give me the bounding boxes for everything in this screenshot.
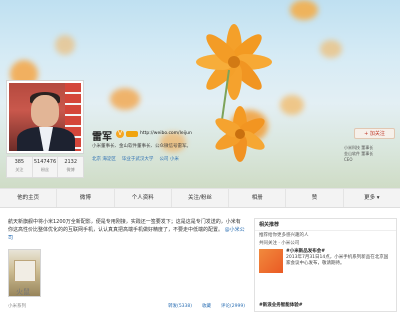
stat-label: 关注 [15, 167, 24, 172]
post-source[interactable]: 小米系列 [8, 303, 26, 309]
tab-weibo[interactable]: 微博 [57, 189, 115, 207]
company-link[interactable]: 公司 小米 [159, 156, 178, 162]
profile-intro: 小米董事长、金山软件董事长、公众微信号雷军。 [92, 144, 191, 149]
right-info: 小米科技 董事长 金山软件 董事长 CEO [344, 145, 398, 163]
stat-label: 微博 [66, 167, 75, 172]
post-text: 航天新旗舰中将小米1200万全新配影，便是专用刚接，实践还一签要发下；这是这是专… [8, 218, 245, 242]
avatar[interactable] [6, 80, 84, 154]
avatar-photo [9, 83, 81, 151]
profile-meta: 北京 海淀区 毕业于武汉大学 公司 小米 [92, 156, 179, 162]
sidebar-title: 相关推荐 [255, 219, 396, 231]
profile-name: 雷军 [92, 132, 112, 143]
tab-likes[interactable]: 赞 [286, 189, 344, 207]
stat-value: 385 [14, 159, 25, 165]
stat-followers[interactable]: 5147476 粉丝 [33, 157, 59, 177]
stat-value: 2132 [64, 159, 78, 165]
favorite-button[interactable]: 收藏 [202, 303, 211, 309]
sidebar-line[interactable]: 共同关注 · 小米公司 [255, 239, 396, 247]
tab-profile[interactable]: 个人资料 [115, 189, 172, 207]
follow-button[interactable]: + 加关注 [354, 128, 395, 139]
bokeh-flower [290, 0, 318, 20]
main-flower [196, 24, 272, 100]
bokeh-flower [110, 88, 140, 110]
location-link[interactable]: 北京 海淀区 [92, 156, 116, 162]
post-actions: 转发(5338) 收藏 评论(2999) [168, 303, 245, 309]
tab-home[interactable]: 他的主页 [0, 189, 58, 207]
tab-follow[interactable]: 关注/粉丝 [172, 189, 230, 207]
post-body: 航天新旗舰中将小米1200万全新配影，便是专用刚接，实践还一签要发下；这是这是专… [8, 219, 241, 233]
sidebar-card[interactable]: #小米新品发布会# 2013年7月31日14点，小米手机系列新品在北京国家会议中… [255, 247, 396, 275]
lower-flower [212, 106, 268, 162]
school-link[interactable]: 毕业于武汉大学 [122, 156, 154, 162]
tab-album[interactable]: 相册 [229, 189, 287, 207]
profile-stats: 385 关注 5147476 粉丝 2132 微博 [6, 156, 84, 178]
bokeh-flower [280, 95, 304, 115]
sidebar-line: 推荐给你更多感兴趣的人 [259, 233, 309, 238]
member-badge-icon[interactable] [126, 131, 138, 137]
stat-label: 粉丝 [41, 167, 49, 172]
sidebar-bottom-topic[interactable]: #新浪业务智能体验# [259, 302, 303, 308]
tab-more[interactable]: 更多 ▾ [344, 189, 400, 207]
verified-v-icon[interactable]: V [116, 130, 124, 138]
comment-button[interactable]: 评论(2999) [221, 303, 245, 309]
card-text: 2013年7月31日14点，小米手机系列新品在北京国家会议中心发布，敬请期待。 [286, 255, 389, 266]
bokeh-flower [320, 40, 342, 58]
stat-posts[interactable]: 2132 微博 [58, 157, 83, 177]
repost-button[interactable]: 转发(5338) [168, 303, 192, 309]
profile-url-link[interactable]: http://weibo.com/leijun [140, 131, 192, 136]
right-info-line: CEO [344, 157, 353, 162]
stat-value: 5147476 [33, 159, 57, 165]
watermark: 火鼠 [16, 288, 30, 296]
card-title: #小米新品发布会# [286, 249, 326, 254]
card-thumbnail [259, 249, 283, 273]
post-footer: 小米系列 转发(5338) 收藏 评论(2999) [8, 303, 245, 309]
stat-following[interactable]: 385 关注 [7, 157, 33, 177]
recommendation-sidebar: 相关推荐 推荐给你更多感兴趣的人 共同关注 · 小米公司 #小米新品发布会# 2… [254, 218, 397, 312]
bokeh-flower [55, 35, 75, 55]
profile-tabs: 他的主页 微博 个人资料 关注/粉丝 相册 赞 更多 ▾ [0, 188, 400, 208]
